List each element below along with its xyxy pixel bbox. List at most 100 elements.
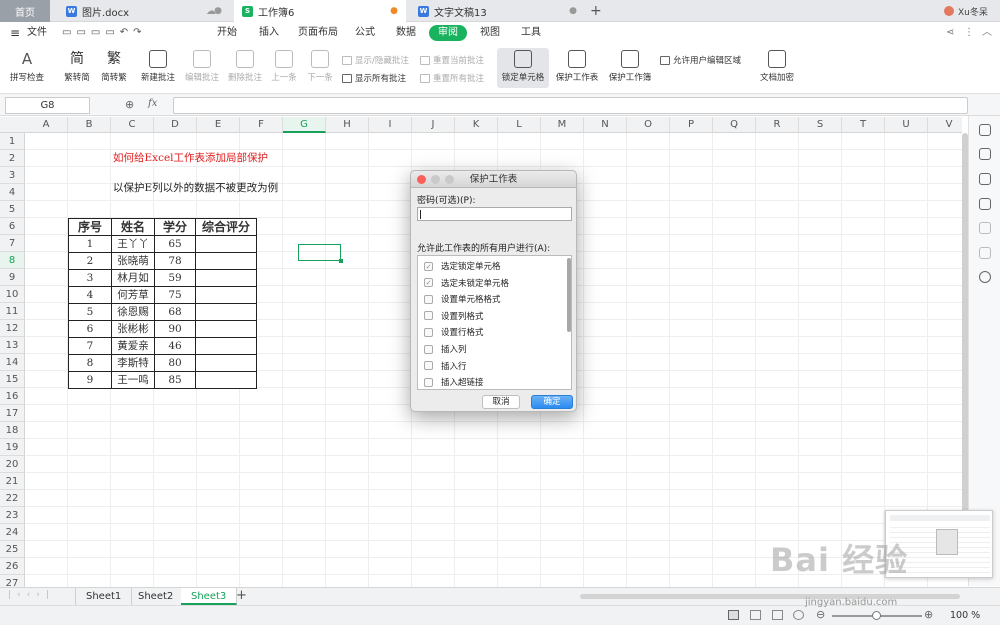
column-header-T[interactable]: T [842, 117, 885, 133]
column-header-D[interactable]: D [154, 117, 197, 133]
permission-item[interactable]: 插入行 [418, 358, 566, 374]
protect-workbook-button[interactable]: 保护工作簿 [606, 50, 654, 83]
column-header-F[interactable]: F [240, 117, 283, 133]
column-header-K[interactable]: K [455, 117, 498, 133]
menu-tools[interactable]: 工具 [521, 25, 541, 41]
row-header-19[interactable]: 19 [0, 439, 25, 456]
permission-checkbox[interactable]: ✓ [424, 261, 433, 271]
row-header-10[interactable]: 10 [0, 286, 25, 303]
table-cell[interactable]: 王一鸣 [111, 371, 155, 389]
document-encrypt-button[interactable]: 文档加密 [757, 50, 797, 83]
reset-all-comments-button[interactable]: 重置所有批注 [420, 72, 484, 84]
table-cell[interactable] [195, 354, 257, 372]
zoom-slider-thumb[interactable] [872, 611, 881, 620]
permission-checkbox[interactable] [424, 311, 433, 321]
collapse-ribbon-icon[interactable]: ︿ [982, 25, 992, 41]
minimize-window-icon[interactable] [431, 175, 440, 184]
add-sheet-plus-icon[interactable]: + [236, 588, 247, 603]
menu-view[interactable]: 视图 [480, 25, 500, 41]
edit-comment-button[interactable]: 编辑批注 [183, 50, 221, 83]
table-cell[interactable]: 张彬彬 [111, 320, 155, 338]
row-header-11[interactable]: 11 [0, 303, 25, 320]
menu-page-layout[interactable]: 页面布局 [298, 25, 338, 41]
tab-docx[interactable]: W 图片.docx ☁ ● [58, 0, 230, 22]
table-cell[interactable] [195, 303, 257, 321]
row-header-14[interactable]: 14 [0, 354, 25, 371]
table-cell[interactable] [195, 235, 257, 253]
sidebar-chart-icon[interactable] [979, 247, 991, 259]
page-break-view-icon[interactable] [772, 610, 783, 620]
row-header-22[interactable]: 22 [0, 490, 25, 507]
table-cell[interactable]: 2 [68, 252, 112, 270]
close-window-icon[interactable] [417, 175, 426, 184]
trad-to-simp-button[interactable]: 简繁转简 [60, 50, 94, 83]
table-cell[interactable]: 90 [154, 320, 196, 338]
column-header-E[interactable]: E [197, 117, 240, 133]
tab-writer-doc[interactable]: W 文字文稿13 ● [410, 0, 585, 22]
row-header-24[interactable]: 24 [0, 524, 25, 541]
tab-workbook[interactable]: S 工作簿6 ● [234, 0, 406, 22]
table-cell[interactable]: 6 [68, 320, 112, 338]
permission-item[interactable]: 插入超链接 [418, 374, 566, 389]
spell-check-button[interactable]: A 拼写检查 [6, 50, 48, 83]
hamburger-menu-icon[interactable]: ≡ [10, 25, 20, 41]
column-header-G[interactable]: G [283, 117, 326, 133]
table-cell[interactable]: 张晓萌 [111, 252, 155, 270]
permission-checkbox[interactable] [424, 344, 433, 354]
permission-item[interactable]: ✓ 选定未锁定单元格 [418, 275, 566, 291]
reading-mode-icon[interactable] [793, 610, 804, 620]
formula-input[interactable] [173, 97, 968, 114]
share-icon[interactable]: ⋖ [946, 25, 954, 41]
horizontal-scrollbar[interactable] [580, 594, 960, 599]
permission-checkbox[interactable]: ✓ [424, 278, 433, 288]
table-header-cell[interactable]: 姓名 [111, 218, 155, 236]
menu-home[interactable]: 开始 [217, 25, 237, 41]
protect-sheet-button[interactable]: 保护工作表 [553, 50, 601, 83]
column-header-P[interactable]: P [670, 117, 713, 133]
table-header-cell[interactable]: 序号 [68, 218, 112, 236]
permissions-scrollbar[interactable] [567, 258, 571, 332]
table-cell[interactable]: 8 [68, 354, 112, 372]
close-icon[interactable]: ● [214, 6, 222, 16]
permission-item[interactable]: 设置单元格格式 [418, 291, 566, 307]
row-header-27[interactable]: 27 [0, 575, 25, 587]
permission-item[interactable]: 设置行格式 [418, 324, 566, 340]
row-header-1[interactable]: 1 [0, 133, 25, 150]
column-header-H[interactable]: H [326, 117, 369, 133]
unsaved-dot-icon[interactable]: ● [390, 6, 398, 16]
row-header-15[interactable]: 15 [0, 371, 25, 388]
table-cell[interactable]: 65 [154, 235, 196, 253]
page-layout-view-icon[interactable] [750, 610, 761, 620]
table-cell[interactable]: 78 [154, 252, 196, 270]
row-header-26[interactable]: 26 [0, 558, 25, 575]
zoom-search-icon[interactable]: ⊕ [125, 98, 134, 111]
fill-handle[interactable] [339, 259, 343, 263]
new-comment-button[interactable]: 新建批注 [139, 50, 177, 83]
quick-access-toolbar-icons[interactable]: ▭▭▭▭↶↷ [62, 25, 147, 41]
column-header-V[interactable]: V [928, 117, 962, 133]
name-box[interactable]: G8 [5, 97, 90, 114]
table-cell[interactable]: 68 [154, 303, 196, 321]
column-header-I[interactable]: I [369, 117, 412, 133]
table-cell[interactable]: 林月如 [111, 269, 155, 287]
table-cell[interactable]: 李斯特 [111, 354, 155, 372]
sheet-tab-sheet3[interactable]: Sheet3 [181, 588, 238, 605]
table-cell[interactable]: 46 [154, 337, 196, 355]
allow-edit-ranges-button[interactable]: 允许用户编辑区域 [660, 54, 741, 66]
table-cell[interactable]: 9 [68, 371, 112, 389]
maximize-window-icon[interactable] [445, 175, 454, 184]
sidebar-settings-icon[interactable] [979, 173, 991, 185]
row-header-4[interactable]: 4 [0, 184, 25, 201]
row-header-21[interactable]: 21 [0, 473, 25, 490]
column-header-Q[interactable]: Q [713, 117, 756, 133]
table-cell[interactable]: 王丫丫 [111, 235, 155, 253]
table-cell[interactable] [195, 286, 257, 304]
row-header-16[interactable]: 16 [0, 388, 25, 405]
column-header-R[interactable]: R [756, 117, 799, 133]
table-cell[interactable]: 1 [68, 235, 112, 253]
zoom-out-icon[interactable]: ⊖ [816, 608, 825, 621]
table-cell[interactable]: 5 [68, 303, 112, 321]
table-cell[interactable] [195, 371, 257, 389]
menu-file[interactable]: 文件 [27, 25, 47, 41]
row-header-23[interactable]: 23 [0, 507, 25, 524]
